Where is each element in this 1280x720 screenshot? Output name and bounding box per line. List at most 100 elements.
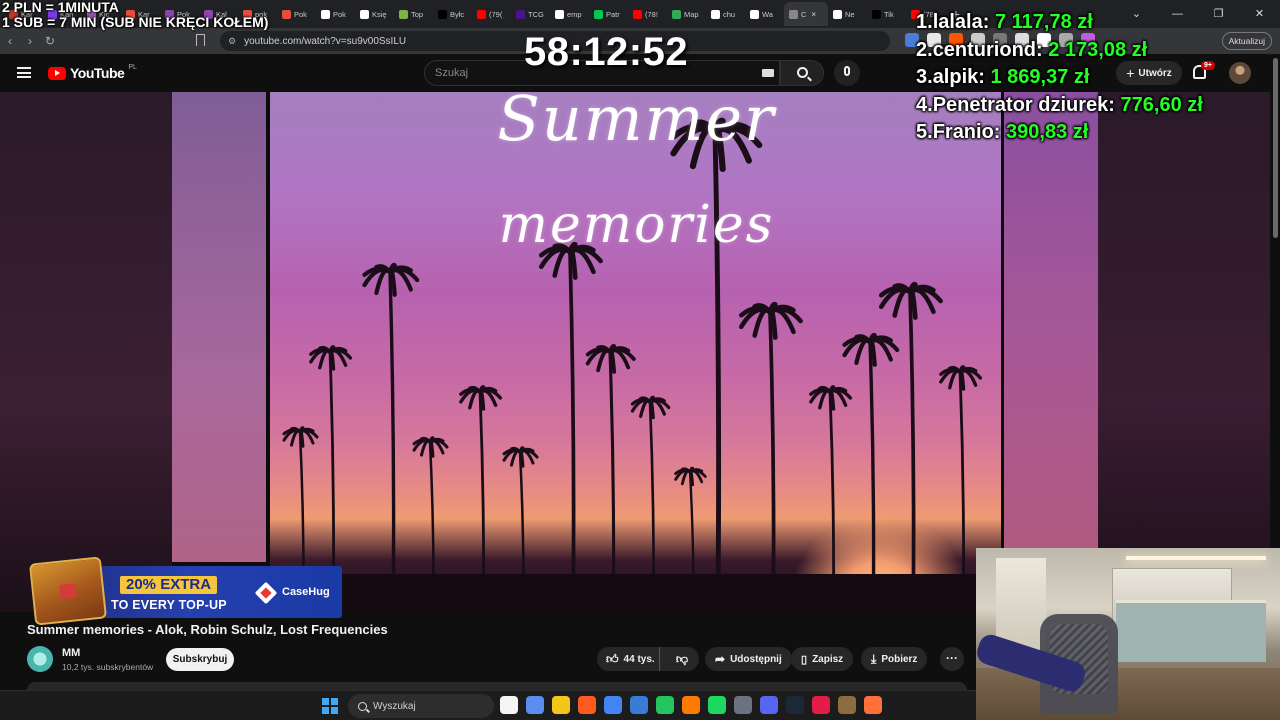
scroll-thumb[interactable]	[1273, 58, 1278, 238]
account-avatar[interactable]	[1229, 62, 1251, 84]
dislike-button[interactable]: 👎︎	[665, 652, 699, 667]
cam-kitchen-counter	[1116, 600, 1266, 662]
windows-start-button[interactable]	[322, 698, 338, 714]
taskbar-app-icon[interactable]	[526, 696, 544, 714]
save-bookmark-icon: ▯	[801, 653, 808, 666]
back-button[interactable]: ‹	[0, 34, 20, 48]
tab-favicon-icon	[872, 9, 881, 19]
taskbar-app-icon[interactable]	[734, 696, 752, 714]
share-button[interactable]: ➦ Udostępnij	[705, 647, 792, 671]
youtube-logo[interactable]: YouTube PL	[48, 64, 137, 81]
site-info-icon[interactable]: ⚙	[228, 36, 236, 47]
update-button[interactable]: Aktualizuj	[1221, 32, 1272, 50]
palm-tree	[738, 301, 803, 612]
leaderboard-rank: 2.	[916, 38, 933, 61]
tab-favicon-icon	[633, 9, 642, 19]
browser-tab[interactable]: Patr	[589, 2, 628, 26]
casehug-logo-icon	[254, 581, 278, 605]
browser-tab[interactable]: (79(	[472, 2, 511, 26]
tab-favicon-icon	[282, 9, 291, 19]
channel-avatar[interactable]	[27, 646, 53, 672]
browser-tab-active[interactable]: C ×	[784, 2, 828, 26]
browser-tab[interactable]: TCG	[511, 2, 550, 26]
palm-tree	[878, 281, 943, 612]
like-button[interactable]: 👍︎ 44 tys.	[597, 647, 660, 671]
browser-tab[interactable]: (78!	[628, 2, 667, 26]
close-window-button[interactable]: ✕	[1239, 0, 1280, 28]
more-actions-button[interactable]: ···	[940, 647, 964, 671]
download-icon: ⤓	[871, 651, 877, 666]
taskbar-app-icon[interactable]	[578, 696, 596, 714]
leaderboard-amount: 776,60 zł	[1120, 93, 1203, 116]
thumbs-up-icon: 👍︎	[606, 651, 619, 666]
address-url: youtube.com/watch?v=su9v00SsILU	[244, 35, 407, 47]
tab-label: TCG	[528, 9, 544, 19]
taskbar-search-icon	[358, 701, 367, 711]
bookmark-icon[interactable]	[196, 34, 205, 46]
webcam-feed	[976, 548, 1280, 720]
donation-rate-overlay: 2 PLN = 1MINUTA 1 SUB = 7 MIN (SUB NIE K…	[2, 0, 268, 30]
browser-tab[interactable]: Księ	[355, 2, 394, 26]
rate-line-1: 2 PLN = 1MINUTA	[2, 0, 119, 15]
palm-tree	[362, 263, 420, 612]
casehug-ad-banner[interactable]: 20% EXTRA TO EVERY TOP-UP CaseHug	[28, 556, 342, 626]
browser-tab[interactable]: Pok	[316, 2, 355, 26]
browser-tab[interactable]: Pok	[277, 2, 316, 26]
rate-line-2: 1 SUB = 7 MIN (SUB NIE KRĘCI KOŁEM)	[2, 14, 269, 30]
taskbar-app-icon[interactable]	[786, 696, 804, 714]
browser-tab[interactable]: Byłc	[433, 2, 472, 26]
tab-label: Map	[684, 9, 699, 19]
taskbar-app-icon[interactable]	[708, 696, 726, 714]
download-button[interactable]: ⤓ Pobierz	[861, 647, 928, 671]
donation-leaderboard: 1.lalala: 7 117,78 zł 2.centuriond: 2 173…	[916, 9, 1203, 147]
keyboard-icon[interactable]	[762, 69, 774, 77]
taskbar-app-icon[interactable]	[838, 696, 856, 714]
tab-favicon-icon	[321, 9, 330, 19]
tab-favicon-icon	[750, 9, 759, 19]
browser-tab[interactable]: Ne	[828, 2, 867, 26]
reload-button[interactable]: ↻	[40, 34, 60, 48]
video-overlay-title-line1: Summer	[497, 82, 776, 155]
tab-favicon-icon	[789, 9, 798, 19]
channel-name[interactable]: MM	[62, 647, 80, 659]
leaderboard-row: 4.Penetrator dziurek: 776,60 zł	[916, 92, 1203, 120]
taskbar-app-icon[interactable]	[864, 696, 882, 714]
tab-label: Pok	[294, 9, 307, 19]
taskbar-app-icon[interactable]	[630, 696, 648, 714]
taskbar-app-icon[interactable]	[812, 696, 830, 714]
share-label: Udostępnij	[730, 653, 782, 665]
browser-tab[interactable]: Tik	[867, 2, 906, 26]
tab-close-icon[interactable]: ×	[811, 10, 816, 19]
menu-icon[interactable]	[17, 67, 31, 78]
browser-tab[interactable]: Map	[667, 2, 706, 26]
taskbar-app-icon[interactable]	[500, 696, 518, 714]
taskbar-app-icon[interactable]	[760, 696, 778, 714]
browser-tab[interactable]: chu	[706, 2, 745, 26]
tab-favicon-icon	[360, 9, 369, 19]
tab-favicon-icon	[477, 9, 486, 19]
subathon-timer: 58:12:52	[524, 30, 689, 74]
tab-favicon-icon	[516, 9, 525, 19]
browser-tab[interactable]: Wa	[745, 2, 784, 26]
video-frame	[270, 92, 1003, 612]
leaderboard-name: Franio:	[932, 121, 1001, 143]
taskbar-app-icon[interactable]	[682, 696, 700, 714]
taskbar-app-icon[interactable]	[552, 696, 570, 714]
tab-label: Top	[411, 9, 424, 19]
browser-tab[interactable]: emp	[550, 2, 589, 26]
like-count: 44 tys.	[623, 653, 655, 665]
tab-label: Wa	[762, 9, 773, 19]
forward-button[interactable]: ›	[20, 34, 40, 48]
taskbar-app-icon[interactable]	[656, 696, 674, 714]
save-button[interactable]: ▯ Zapisz	[791, 647, 854, 671]
maximize-button[interactable]: ❐	[1198, 0, 1239, 28]
browser-tab[interactable]: Top	[394, 2, 433, 26]
subscribe-button[interactable]: Subskrybuj	[166, 648, 234, 671]
taskbar-app-icon[interactable]	[604, 696, 622, 714]
leaderboard-amount: 2 173,08 zł	[1048, 38, 1148, 61]
cam-ceiling-light	[1126, 556, 1266, 560]
tab-label: chu	[723, 9, 736, 19]
video-player[interactable]	[0, 92, 1270, 612]
tab-favicon-icon	[594, 9, 603, 19]
taskbar-search[interactable]: Wyszukaj	[348, 694, 494, 718]
